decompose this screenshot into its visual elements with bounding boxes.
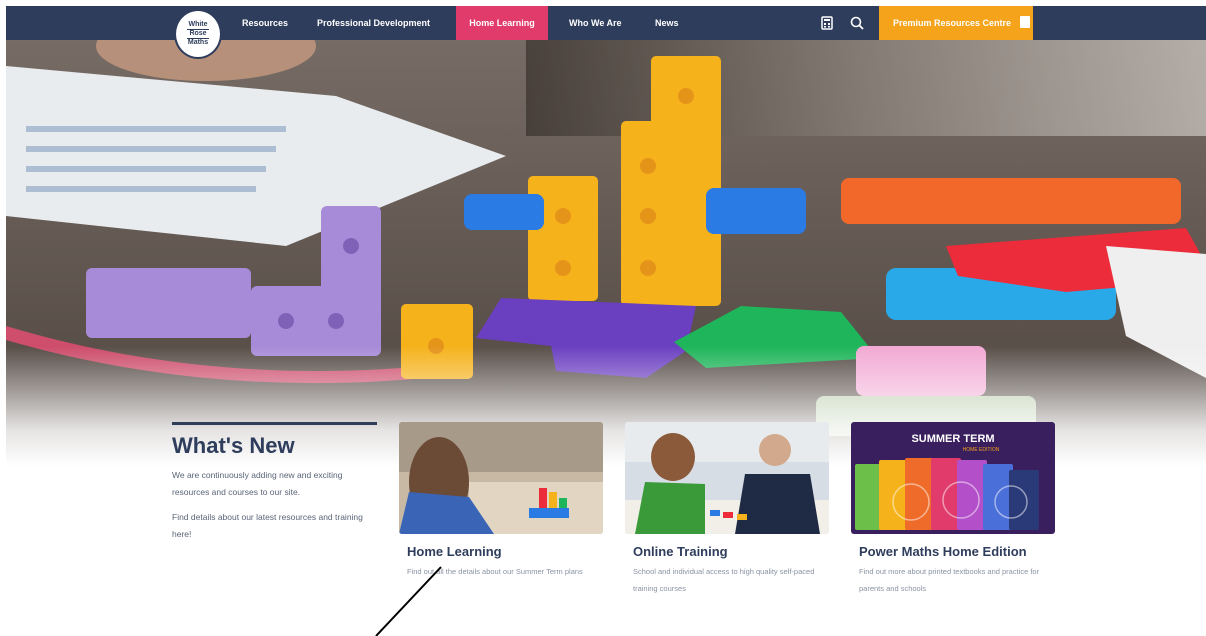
premium-resources-centre-button[interactable]: Premium Resources Centre <box>879 6 1033 40</box>
logo-line-3: Maths <box>187 39 209 46</box>
logo-line-2: Rose <box>187 29 209 39</box>
whats-new-intro: We are continuously adding new and excit… <box>172 470 343 497</box>
document-icon <box>1019 16 1030 28</box>
card-title: Power Maths Home Edition <box>859 544 1027 559</box>
section-divider <box>172 422 377 425</box>
top-nav: White Rose Maths Resources Professional … <box>6 6 1206 59</box>
card-title: Online Training <box>633 544 728 559</box>
search-icon[interactable] <box>849 15 865 31</box>
whats-new-details: Find details about our latest resources … <box>172 512 363 539</box>
nav-link-who-we-are[interactable]: Who We Are <box>561 6 630 40</box>
online-training-image <box>625 422 829 534</box>
whats-new-section: What's New We are continuously adding ne… <box>172 422 377 543</box>
card-description: Find out all the details about our Summe… <box>407 567 583 576</box>
card-title: Home Learning <box>407 544 502 559</box>
hero-image <box>6 6 1206 466</box>
card-power-maths-home-edition[interactable]: SUMMER TERM HOME EDITION Power Maths Hom… <box>851 422 1055 597</box>
nav-link-home-learning[interactable]: Home Learning <box>456 6 548 40</box>
white-rose-maths-logo[interactable]: White Rose Maths <box>174 9 222 59</box>
cta-label: Premium Resources Centre <box>893 18 1012 28</box>
nav-link-news[interactable]: News <box>647 6 687 40</box>
logo-line-1: White <box>188 21 208 28</box>
card-home-learning[interactable]: Home Learning Find out all the details a… <box>399 422 603 580</box>
card-description: School and individual access to high qua… <box>633 567 815 593</box>
whats-new-title: What's New <box>172 433 295 458</box>
card-online-training[interactable]: Online Training School and individual ac… <box>625 422 829 597</box>
banner-title: SUMMER TERM <box>911 433 994 445</box>
nav-link-professional-development[interactable]: Professional Development <box>309 6 438 40</box>
calculator-icon[interactable] <box>819 15 835 31</box>
home-learning-image <box>399 422 603 534</box>
card-description: Find out more about printed textbooks an… <box>859 567 1040 593</box>
nav-link-resources[interactable]: Resources <box>234 6 296 40</box>
power-maths-image: SUMMER TERM HOME EDITION <box>851 422 1055 534</box>
banner-subtitle: HOME EDITION <box>963 447 1000 453</box>
